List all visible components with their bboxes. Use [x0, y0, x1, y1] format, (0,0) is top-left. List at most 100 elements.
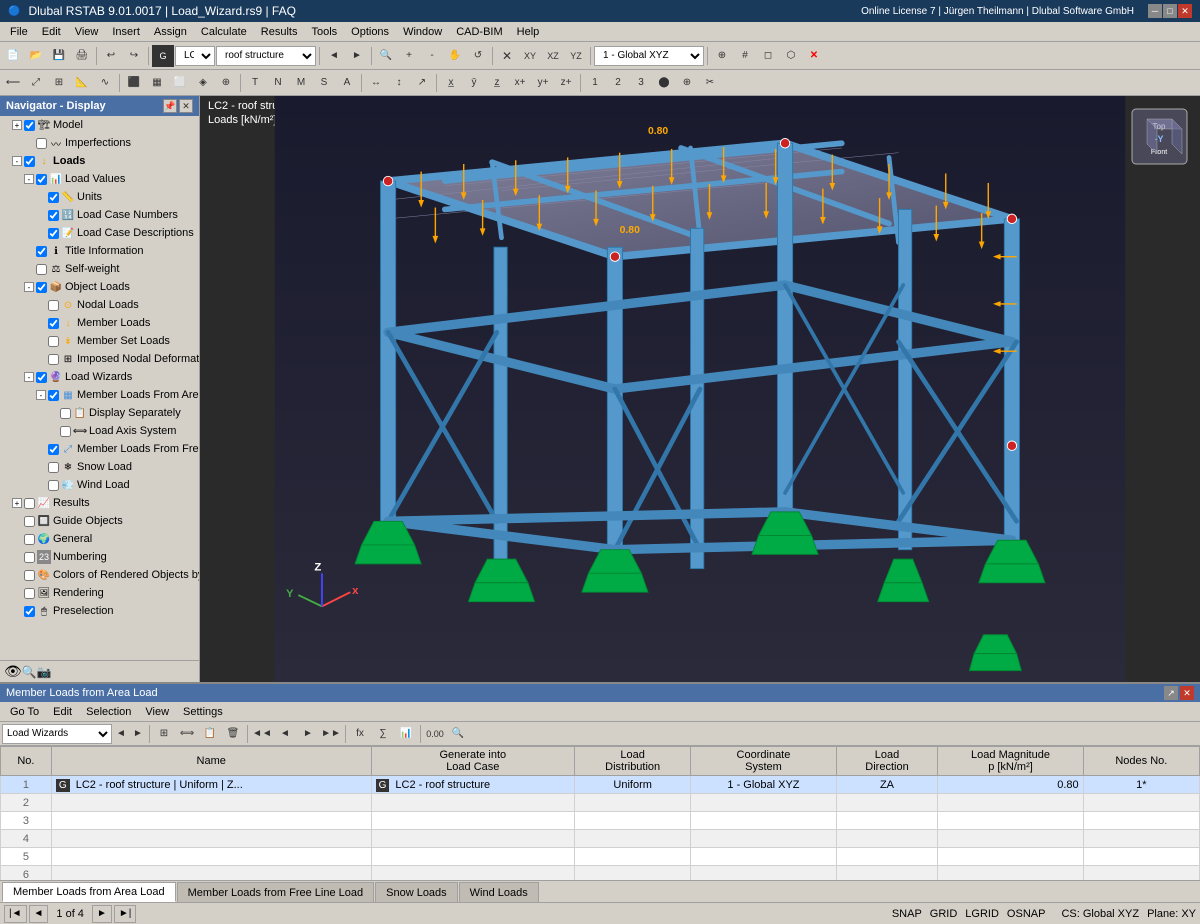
page-first[interactable]: |◄ [4, 905, 27, 923]
delete-btn[interactable]: ✕ [803, 45, 825, 67]
cb-al[interactable] [48, 390, 59, 401]
menu-assign[interactable]: Assign [148, 25, 193, 39]
pt-8[interactable]: ►► [320, 723, 342, 745]
tb2-8[interactable]: ⬜ [169, 72, 191, 94]
table-row[interactable]: 3 [1, 812, 1200, 830]
pt-9[interactable]: fx [349, 723, 371, 745]
axis2-btn[interactable]: XZ [542, 45, 564, 67]
pt-13[interactable]: 🔍 [447, 723, 469, 745]
pt-11[interactable]: 📊 [395, 723, 417, 745]
nav-next[interactable]: ► [346, 45, 368, 67]
menu-options[interactable]: Options [345, 25, 395, 39]
cb-model[interactable] [24, 120, 35, 131]
panel-menu-edit[interactable]: Edit [47, 705, 78, 719]
pan-btn[interactable]: ✋ [444, 45, 466, 67]
pt-10[interactable]: ∑ [372, 723, 394, 745]
menu-file[interactable]: File [4, 25, 34, 39]
tree-area-load[interactable]: - ▦ Member Loads From Area Load [0, 386, 199, 404]
tb2-13[interactable]: M [290, 72, 312, 94]
status-osnap[interactable]: OSNAP [1007, 908, 1046, 920]
tree-load-wizards[interactable]: - 🔮 Load Wizards [0, 368, 199, 386]
cb-imperfections[interactable] [36, 138, 47, 149]
tree-general[interactable]: 🌍 General [0, 530, 199, 548]
redo-btn[interactable]: ↪ [123, 45, 145, 67]
tree-model[interactable]: + 🏗 Model [0, 116, 199, 134]
menu-cadbim[interactable]: CAD-BIM [450, 25, 508, 39]
nav-eye-btn[interactable]: 👁 [4, 663, 22, 680]
pt-4[interactable]: 🗑 [222, 723, 244, 745]
tree-units[interactable]: 📏 Units [0, 188, 199, 206]
save-btn[interactable]: 💾 [48, 45, 70, 67]
axis-btn[interactable]: XY [519, 45, 541, 67]
panel-close-btn[interactable]: ✕ [1180, 686, 1194, 700]
tb2-9[interactable]: ◈ [192, 72, 214, 94]
panel-menu-goto[interactable]: Go To [4, 705, 45, 719]
menu-results[interactable]: Results [255, 25, 304, 39]
tb2-14[interactable]: S [313, 72, 335, 94]
pt-7[interactable]: ► [297, 723, 319, 745]
toggle-loads[interactable]: - [12, 156, 22, 166]
cb-wind[interactable] [48, 480, 59, 491]
page-prev[interactable]: ◄ [29, 905, 49, 923]
title-bar-controls[interactable]: ─ □ ✕ [1148, 4, 1192, 18]
zoom-out[interactable]: - [421, 45, 443, 67]
tree-snow[interactable]: ❄ Snow Load [0, 458, 199, 476]
status-snap[interactable]: SNAP [892, 908, 922, 920]
tree-numbering[interactable]: 23 Numbering [0, 548, 199, 566]
tree-member-set[interactable]: ↡ Member Set Loads [0, 332, 199, 350]
tree-free-line[interactable]: ⤢ Member Loads From Free Lin... [0, 440, 199, 458]
wire-btn[interactable]: ⬡ [780, 45, 802, 67]
cb-axis[interactable] [60, 426, 71, 437]
tree-member[interactable]: ↓ Member Loads [0, 314, 199, 332]
tb2-15[interactable]: A [336, 72, 358, 94]
toggle-lw[interactable]: - [24, 372, 34, 382]
tb2-22[interactable]: x+ [509, 72, 531, 94]
tree-imperfections[interactable]: 〰 Imperfections [0, 134, 199, 152]
menu-calculate[interactable]: Calculate [195, 25, 253, 39]
table-row[interactable]: 5 [1, 848, 1200, 866]
snap-btn[interactable]: ⊕ [711, 45, 733, 67]
panel-menu-view[interactable]: View [139, 705, 175, 719]
tb2-18[interactable]: ↗ [411, 72, 433, 94]
pt-3[interactable]: 📋 [199, 723, 221, 745]
tree-obj-loads[interactable]: - 📦 Object Loads [0, 278, 199, 296]
tree-self-weight[interactable]: ⚖ Self-weight [0, 260, 199, 278]
tb2-17[interactable]: ↕ [388, 72, 410, 94]
maximize-button[interactable]: □ [1163, 4, 1177, 18]
tb2-20[interactable]: ȳ [463, 72, 485, 94]
tb2-25[interactable]: 1 [584, 72, 606, 94]
nav-eye2-btn[interactable]: 🔍 [22, 665, 37, 679]
table-row[interactable]: 1 G LC2 - roof structure | Uniform | Z..… [1, 776, 1200, 794]
toggle-results[interactable]: + [12, 498, 22, 508]
tb2-12[interactable]: N [267, 72, 289, 94]
cb-lcn[interactable] [48, 210, 59, 221]
tb2-10[interactable]: ⊕ [215, 72, 237, 94]
tree-axis[interactable]: ⟺ Load Axis System [0, 422, 199, 440]
page-next[interactable]: ► [92, 905, 112, 923]
3d-view[interactable]: LC2 - roof structure Loads [kN/m²] [200, 96, 1200, 682]
tree-load-values[interactable]: - 📊 Load Values [0, 170, 199, 188]
tree-preselection[interactable]: 🖱 Preselection [0, 602, 199, 620]
tb2-6[interactable]: ⬛ [123, 72, 145, 94]
page-last[interactable]: ►| [114, 905, 137, 923]
cb-sw[interactable] [36, 264, 47, 275]
undo-btn[interactable]: ↩ [100, 45, 122, 67]
print-btn[interactable]: 🖨 [71, 45, 93, 67]
open-btn[interactable]: 📂 [25, 45, 47, 67]
cb-rendering[interactable] [24, 588, 35, 599]
new-btn[interactable]: 📄 [2, 45, 24, 67]
toggle-lv[interactable]: - [24, 174, 34, 184]
tb2-11[interactable]: T [244, 72, 266, 94]
pt-next[interactable]: ► [130, 723, 146, 745]
status-grid[interactable]: GRID [930, 908, 958, 920]
pt-5[interactable]: ◄◄ [251, 723, 273, 745]
panel-menu-settings[interactable]: Settings [177, 705, 229, 719]
view-cube[interactable]: Top -Y Front [1127, 104, 1192, 169]
cb-ol[interactable] [36, 282, 47, 293]
cb-units[interactable] [48, 192, 59, 203]
pt-1[interactable]: ⊞ [153, 723, 175, 745]
tree-loads[interactable]: - ↓ Loads [0, 152, 199, 170]
toggle-model[interactable]: + [12, 120, 22, 130]
tb2-16[interactable]: ↔ [365, 72, 387, 94]
pt-6[interactable]: ◄ [274, 723, 296, 745]
